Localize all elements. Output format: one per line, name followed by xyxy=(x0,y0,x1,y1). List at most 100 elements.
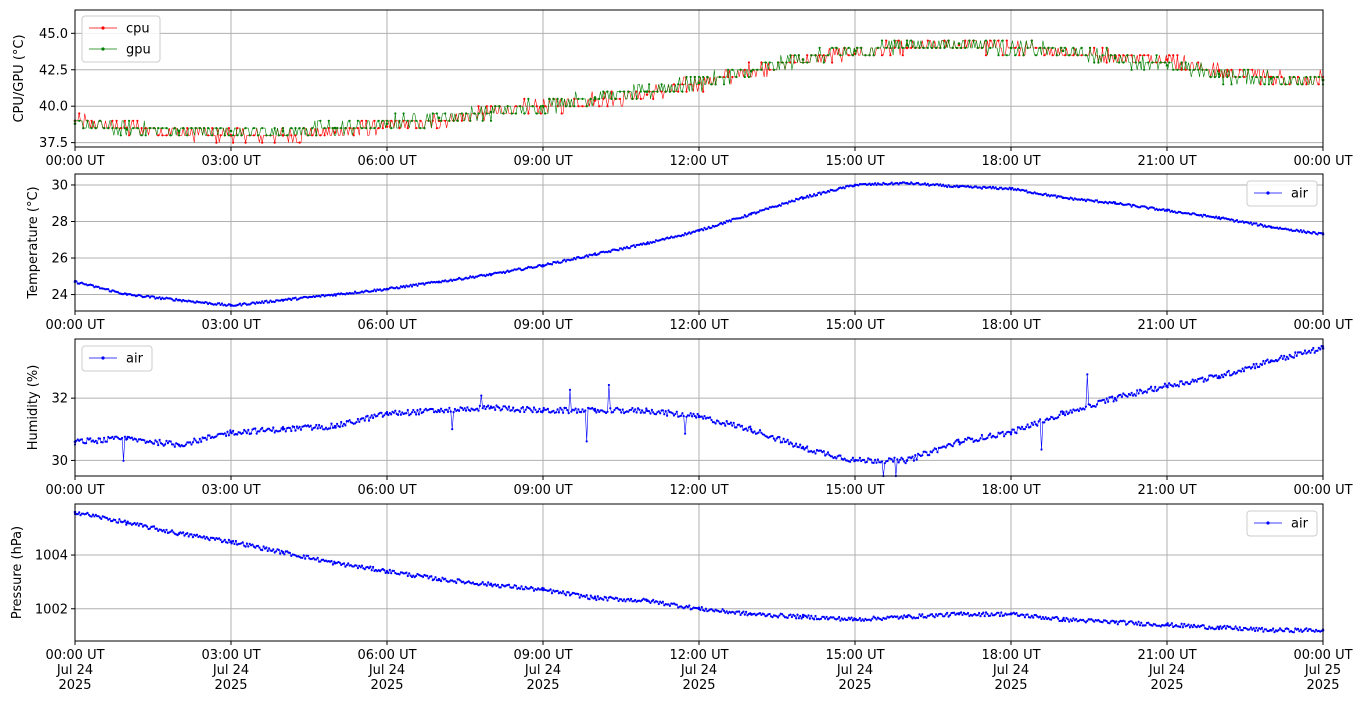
data-point xyxy=(692,412,695,415)
data-point xyxy=(788,443,791,446)
data-point xyxy=(1070,619,1074,623)
data-point xyxy=(80,438,83,441)
data-point xyxy=(789,54,792,57)
data-point xyxy=(818,46,821,50)
data-point xyxy=(229,304,233,307)
data-point xyxy=(273,141,276,144)
data-point xyxy=(786,438,789,441)
data-point xyxy=(419,127,422,130)
data-point xyxy=(277,548,280,552)
data-point xyxy=(269,134,272,137)
data-point xyxy=(507,405,511,408)
data-point xyxy=(258,546,261,549)
data-point xyxy=(912,459,916,462)
data-point xyxy=(506,105,509,108)
data-point xyxy=(304,557,307,560)
data-point xyxy=(377,127,380,130)
data-point xyxy=(229,540,233,543)
data-point xyxy=(1227,369,1230,372)
data-point xyxy=(638,408,641,411)
data-point xyxy=(244,545,247,548)
data-point xyxy=(896,615,899,618)
data-point xyxy=(778,436,781,439)
data-point xyxy=(1120,395,1123,398)
data-point xyxy=(964,39,967,42)
data-point xyxy=(806,54,809,57)
data-point xyxy=(204,537,207,540)
data-point xyxy=(323,134,326,137)
data-point xyxy=(1260,626,1264,629)
data-point xyxy=(344,424,347,427)
data-point xyxy=(740,424,744,427)
data-point xyxy=(606,410,609,413)
data-point xyxy=(98,119,102,122)
panel-1: 37.5 40.0 42.5 45.0 00:00 UT 03:00 UT 06:00 UT… xyxy=(12,9,1353,169)
data-point xyxy=(1231,218,1234,221)
data-point xyxy=(968,39,971,42)
data-point xyxy=(1039,615,1042,618)
data-point xyxy=(169,134,172,137)
data-point xyxy=(1101,46,1104,50)
data-point xyxy=(315,134,318,137)
data-point xyxy=(1134,621,1137,624)
data-point xyxy=(392,569,395,572)
data-point xyxy=(1306,629,1309,633)
data-point xyxy=(703,415,706,418)
data-point xyxy=(774,439,777,442)
data-point xyxy=(1026,423,1029,426)
data-point xyxy=(1022,613,1025,617)
data-point xyxy=(753,430,756,433)
data-point xyxy=(240,134,243,137)
data-point xyxy=(714,422,717,425)
data-point xyxy=(155,440,158,443)
data-point xyxy=(140,127,143,130)
data-point xyxy=(758,612,762,615)
data-point xyxy=(793,200,796,203)
data-point xyxy=(1041,616,1044,619)
data-point xyxy=(383,569,386,572)
data-point xyxy=(1313,351,1316,354)
data-point xyxy=(944,446,947,449)
data-point xyxy=(205,438,208,441)
data-point xyxy=(290,429,293,433)
data-point xyxy=(930,613,934,616)
data-point xyxy=(394,112,397,115)
data-point xyxy=(1018,46,1021,50)
data-point xyxy=(986,436,989,439)
data-point xyxy=(885,617,888,620)
data-point xyxy=(272,426,275,429)
data-point xyxy=(360,564,364,567)
data-point xyxy=(1088,46,1092,50)
data-point xyxy=(122,459,125,462)
data-point xyxy=(398,119,401,122)
data-point xyxy=(581,408,584,411)
data-point xyxy=(309,424,312,427)
data-point xyxy=(905,39,909,42)
data-point xyxy=(689,412,692,415)
y-tick-label: 1002 xyxy=(35,602,68,617)
data-point xyxy=(1242,68,1246,71)
data-point xyxy=(939,46,942,50)
data-point xyxy=(229,431,233,434)
data-point xyxy=(735,75,738,79)
data-point xyxy=(463,407,466,410)
data-point xyxy=(1287,628,1290,631)
data-point xyxy=(681,90,684,93)
data-point xyxy=(893,39,896,42)
data-point xyxy=(1284,358,1287,361)
data-point xyxy=(115,119,118,122)
data-point xyxy=(743,75,746,79)
data-point xyxy=(568,105,572,108)
data-point xyxy=(441,576,444,579)
data-point xyxy=(772,68,776,71)
data-point xyxy=(729,421,733,424)
data-point xyxy=(851,619,855,622)
data-point xyxy=(849,460,852,463)
data-point xyxy=(281,298,285,302)
data-point xyxy=(979,437,982,440)
data-point xyxy=(116,521,120,524)
data-point xyxy=(801,615,805,619)
data-point xyxy=(618,97,622,100)
data-point xyxy=(632,244,635,247)
data-point xyxy=(1069,409,1072,412)
